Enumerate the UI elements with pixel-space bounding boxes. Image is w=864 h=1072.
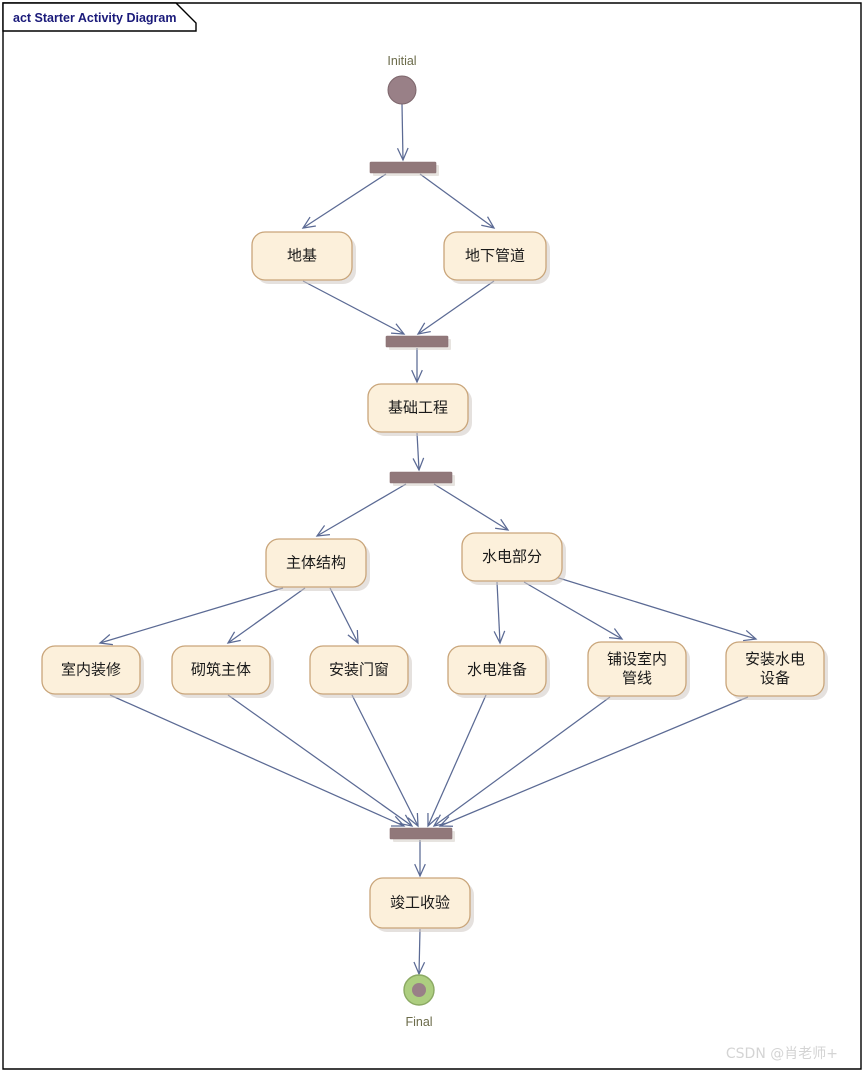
edge-n9-to-b4 (427, 694, 487, 827)
activity-node-n1[interactable]: 地基 (251, 231, 356, 284)
fork-bar-b1[interactable] (369, 161, 437, 174)
activity-diagram-canvas: act Starter Activity Diagram 地基 地下管道基础工程主… (0, 0, 864, 1072)
activity-node-label: 地基 (287, 247, 317, 265)
activity-node-n9[interactable]: 水电准备 (447, 645, 550, 698)
edge-n11-to-b4 (439, 696, 749, 827)
frame-title-text: act Starter Activity Diagram (13, 11, 177, 25)
edge-n4-to-n7 (227, 587, 306, 644)
activity-node-n8[interactable]: 安装门窗 (309, 645, 412, 698)
edge-n4-to-n6 (99, 587, 284, 644)
initial-node-group[interactable]: Initial (387, 54, 417, 105)
initial-node[interactable] (387, 75, 417, 105)
activity-node-n3[interactable]: 基础工程 (367, 383, 472, 436)
activity-node-label: 水电部分 (482, 548, 542, 566)
edge-b3-to-n5 (433, 483, 509, 531)
edge-n2-to-b2 (417, 280, 495, 335)
activity-node-label: 基础工程 (388, 399, 448, 417)
activity-node-label: 铺设室内 (607, 650, 667, 668)
edge-n5-to-n10 (523, 581, 623, 640)
activity-node-n10[interactable]: 铺设室内管线 (587, 641, 690, 700)
csdn-watermark: CSDN @肖老师+ (726, 1046, 838, 1062)
edge-b1-to-n2 (419, 173, 495, 229)
activity-node-n12[interactable]: 竣工收验 (369, 877, 474, 932)
activity-node-n6[interactable]: 室内装修 (41, 645, 144, 698)
activity-node-n11[interactable]: 安装水电设备 (725, 641, 828, 700)
edges-layer (98, 103, 758, 976)
final-node-label: Final (405, 1015, 432, 1029)
final-node-group[interactable]: Final (403, 974, 435, 1029)
edge-n6-to-b4 (109, 694, 405, 827)
edge-n4-to-n8 (329, 587, 359, 644)
activity-node-n7[interactable]: 砌筑主体 (171, 645, 274, 698)
activity-node-n4[interactable]: 主体结构 (265, 538, 370, 591)
join-bar-b4[interactable] (389, 827, 453, 840)
activity-node-label: 室内装修 (61, 661, 121, 679)
fork-join-bars-layer (369, 161, 455, 842)
activity-node-label: 安装水电 (745, 650, 805, 668)
activity-node-label: 安装门窗 (329, 661, 389, 679)
edge-n10-to-b4 (433, 696, 611, 827)
edge-n1-to-b2 (302, 280, 405, 335)
edge-n5-to-n11 (548, 574, 757, 640)
final-node-inner-dot (412, 983, 426, 997)
join-bar-b2[interactable] (385, 335, 449, 348)
edge-n12-to-final (418, 928, 421, 975)
edge-initial-to-b1 (401, 103, 404, 161)
activity-node-n5[interactable]: 水电部分 (461, 532, 566, 585)
activity-node-label: 主体结构 (286, 554, 346, 572)
activity-node-label: 竣工收验 (390, 894, 450, 912)
fork-bar-b3[interactable] (389, 471, 453, 484)
edge-b3-to-n4 (316, 483, 407, 537)
activity-node-label: 设备 (760, 669, 790, 687)
activity-node-n2[interactable]: 地下管道 (443, 231, 550, 284)
edge-n3-to-b3 (416, 432, 420, 471)
activity-node-label: 水电准备 (467, 661, 527, 679)
activity-node-label: 管线 (622, 669, 652, 687)
edge-b1-to-n1 (302, 173, 387, 229)
uml-activity-diagram: act Starter Activity Diagram 地基 地下管道基础工程主… (2, 2, 862, 1070)
activity-node-label: 砌筑主体 (191, 661, 251, 679)
initial-node-label: Initial (387, 54, 416, 68)
activity-node-label: 地下管道 (465, 247, 525, 265)
edge-n5-to-n9 (496, 581, 501, 644)
